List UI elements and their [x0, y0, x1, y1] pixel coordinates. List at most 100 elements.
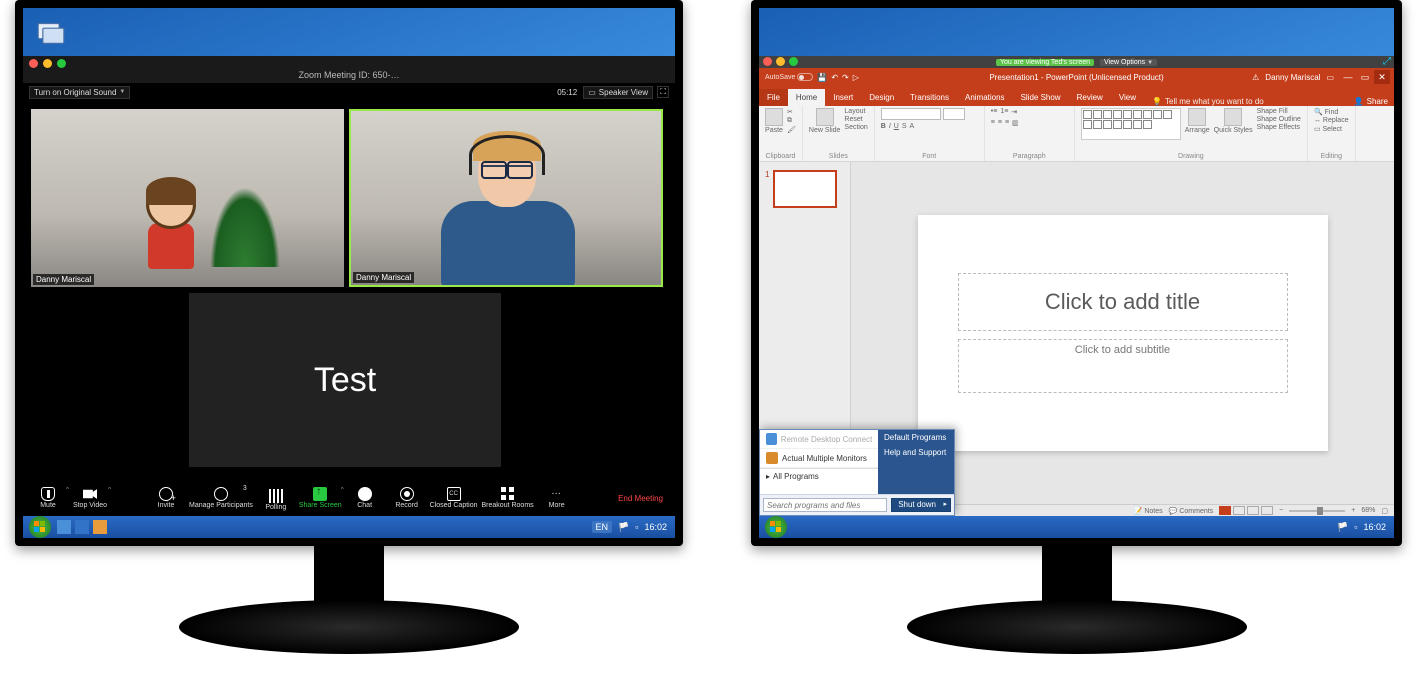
start-button[interactable] [765, 516, 787, 538]
manage-participants-button[interactable]: 3Manage Participants [189, 487, 253, 509]
save-icon[interactable]: 💾 [817, 73, 827, 82]
tab-transitions[interactable]: Transitions [902, 89, 957, 106]
chevron-up-icon[interactable]: ^ [108, 487, 111, 493]
rdp-icon[interactable] [37, 22, 65, 46]
comments-button[interactable]: 💬 Comments [1169, 507, 1214, 515]
zoom-dot[interactable] [789, 57, 798, 66]
reset-button[interactable]: Reset [844, 116, 867, 123]
normal-view-button[interactable] [1219, 506, 1231, 515]
help-and-support[interactable]: Help and Support [878, 445, 954, 460]
view-buttons[interactable] [1219, 506, 1273, 515]
numbering-button[interactable]: 1≡ [1000, 108, 1008, 116]
default-programs[interactable]: Default Programs [878, 430, 954, 445]
undo-icon[interactable]: ↶ [831, 73, 838, 82]
format-painter-button[interactable]: 🖌 [787, 126, 796, 134]
folder-icon[interactable] [93, 520, 107, 534]
record-button[interactable]: Record [388, 487, 426, 509]
original-sound-toggle[interactable]: Turn on Original Sound ▼ [29, 86, 130, 99]
align-right-button[interactable]: ≡ [1005, 119, 1009, 127]
system-tray-right[interactable]: 🏳️ ▫ 16:02 [1337, 522, 1386, 533]
new-slide-button[interactable]: New Slide [809, 108, 841, 134]
zoom-percent[interactable]: 68% [1361, 507, 1375, 514]
stop-video-button[interactable]: Stop Video^ [71, 487, 109, 509]
autosave-toggle[interactable]: AutoSave [765, 73, 813, 81]
more-button[interactable]: …More [538, 487, 576, 509]
cut-button[interactable]: ✂ [787, 108, 796, 116]
font-size-combo[interactable] [943, 108, 965, 120]
select-button[interactable]: ▭ Select [1314, 125, 1349, 133]
tray-action-center-icon[interactable]: ▫ [1354, 522, 1357, 532]
chat-button[interactable]: Chat [346, 487, 384, 509]
tab-file[interactable]: File [759, 89, 788, 106]
start-item-amm[interactable]: Actual Multiple Monitors [760, 449, 878, 468]
start-button[interactable] [29, 516, 51, 538]
fit-to-window-button[interactable]: ▢ [1381, 507, 1388, 515]
font-name-combo[interactable] [881, 108, 941, 120]
strike-button[interactable]: S [902, 123, 907, 130]
pinned-apps[interactable] [57, 520, 107, 534]
close-button[interactable]: ✕ [1374, 70, 1390, 84]
close-dot[interactable] [29, 59, 38, 68]
minimize-button[interactable]: — [1340, 70, 1356, 84]
replace-button[interactable]: ↔ Replace [1314, 117, 1349, 124]
minimize-dot[interactable] [776, 57, 785, 66]
closed-caption-button[interactable]: CCClosed Caption [430, 487, 478, 509]
tab-view[interactable]: View [1111, 89, 1144, 106]
shape-outline-button[interactable]: Shape Outline [1257, 116, 1301, 123]
sorter-view-button[interactable] [1233, 506, 1245, 515]
zoom-out-button[interactable]: − [1279, 507, 1283, 514]
section-button[interactable]: Section [844, 124, 867, 131]
start-slideshow-icon[interactable]: ▷ [853, 73, 859, 82]
fullscreen-button[interactable]: ⛶ [657, 86, 669, 98]
tab-home[interactable]: Home [788, 89, 825, 106]
tell-me-search[interactable]: 💡 Tell me what you want to do [1152, 97, 1264, 106]
subtitle-placeholder[interactable]: Click to add subtitle [958, 339, 1288, 393]
quick-styles-button[interactable]: Quick Styles [1214, 108, 1253, 134]
mute-button[interactable]: Mute^ [29, 487, 67, 509]
taskbar-right[interactable]: 🏳️ ▫ 16:02 [759, 516, 1394, 538]
align-center-button[interactable]: ≡ [998, 119, 1002, 127]
polling-button[interactable]: Polling [257, 486, 295, 511]
italic-button[interactable]: I [889, 123, 891, 130]
redo-icon[interactable]: ↷ [842, 73, 849, 82]
start-item-rdc[interactable]: Remote Desktop Connection [760, 430, 878, 449]
tab-review[interactable]: Review [1069, 89, 1111, 106]
minimize-dot[interactable] [43, 59, 52, 68]
share-screen-button[interactable]: Share Screen^ [299, 487, 342, 509]
chevron-up-icon[interactable]: ^ [341, 487, 344, 493]
tab-insert[interactable]: Insert [825, 89, 861, 106]
start-search-input[interactable] [763, 498, 887, 512]
font-color-button[interactable]: A [910, 123, 915, 130]
speaker-view-button[interactable]: ▭ Speaker View [583, 86, 653, 99]
video-tile-2-active[interactable]: Danny Mariscal [349, 109, 663, 287]
tray-action-center-icon[interactable]: ▫ [635, 522, 638, 532]
clock[interactable]: 16:02 [644, 522, 667, 532]
tab-animations[interactable]: Animations [957, 89, 1013, 106]
shape-fill-button[interactable]: Shape Fill [1257, 108, 1301, 115]
align-left-button[interactable]: ≡ [991, 119, 995, 127]
taskbar-left[interactable]: EN 🏳️ ▫ 16:02 [23, 516, 675, 538]
slide-canvas[interactable]: Click to add title Click to add subtitle [918, 215, 1328, 451]
zoom-in-button[interactable]: + [1351, 507, 1355, 514]
explorer-icon[interactable] [57, 520, 71, 534]
slideshow-view-button[interactable] [1261, 506, 1273, 515]
lang-indicator[interactable]: EN [592, 521, 613, 533]
bullets-button[interactable]: •≡ [991, 108, 998, 116]
rc-expand-icon[interactable]: ⤢ [1383, 56, 1391, 67]
chevron-up-icon[interactable]: ^ [66, 487, 69, 493]
close-dot[interactable] [763, 57, 772, 66]
tray-flag-icon[interactable]: 🏳️ [1337, 522, 1348, 533]
zoom-slider[interactable] [1289, 510, 1345, 512]
view-options-button[interactable]: View Options ▼ [1100, 59, 1157, 66]
underline-button[interactable]: U [894, 123, 899, 130]
notes-button[interactable]: 📝 Notes [1134, 507, 1163, 515]
columns-button[interactable]: ▥ [1012, 119, 1019, 127]
layout-button[interactable]: Layout [844, 108, 867, 115]
video-tile-1[interactable]: Danny Mariscal [31, 109, 344, 287]
tray-flag-icon[interactable]: 🏳️ [618, 522, 629, 533]
find-button[interactable]: 🔍 Find [1314, 108, 1349, 116]
system-tray-left[interactable]: EN 🏳️ ▫ 16:02 [592, 521, 667, 533]
clock[interactable]: 16:02 [1363, 522, 1386, 532]
maximize-button[interactable]: ▭ [1357, 70, 1373, 84]
signed-in-user[interactable]: Danny Mariscal [1265, 73, 1320, 82]
